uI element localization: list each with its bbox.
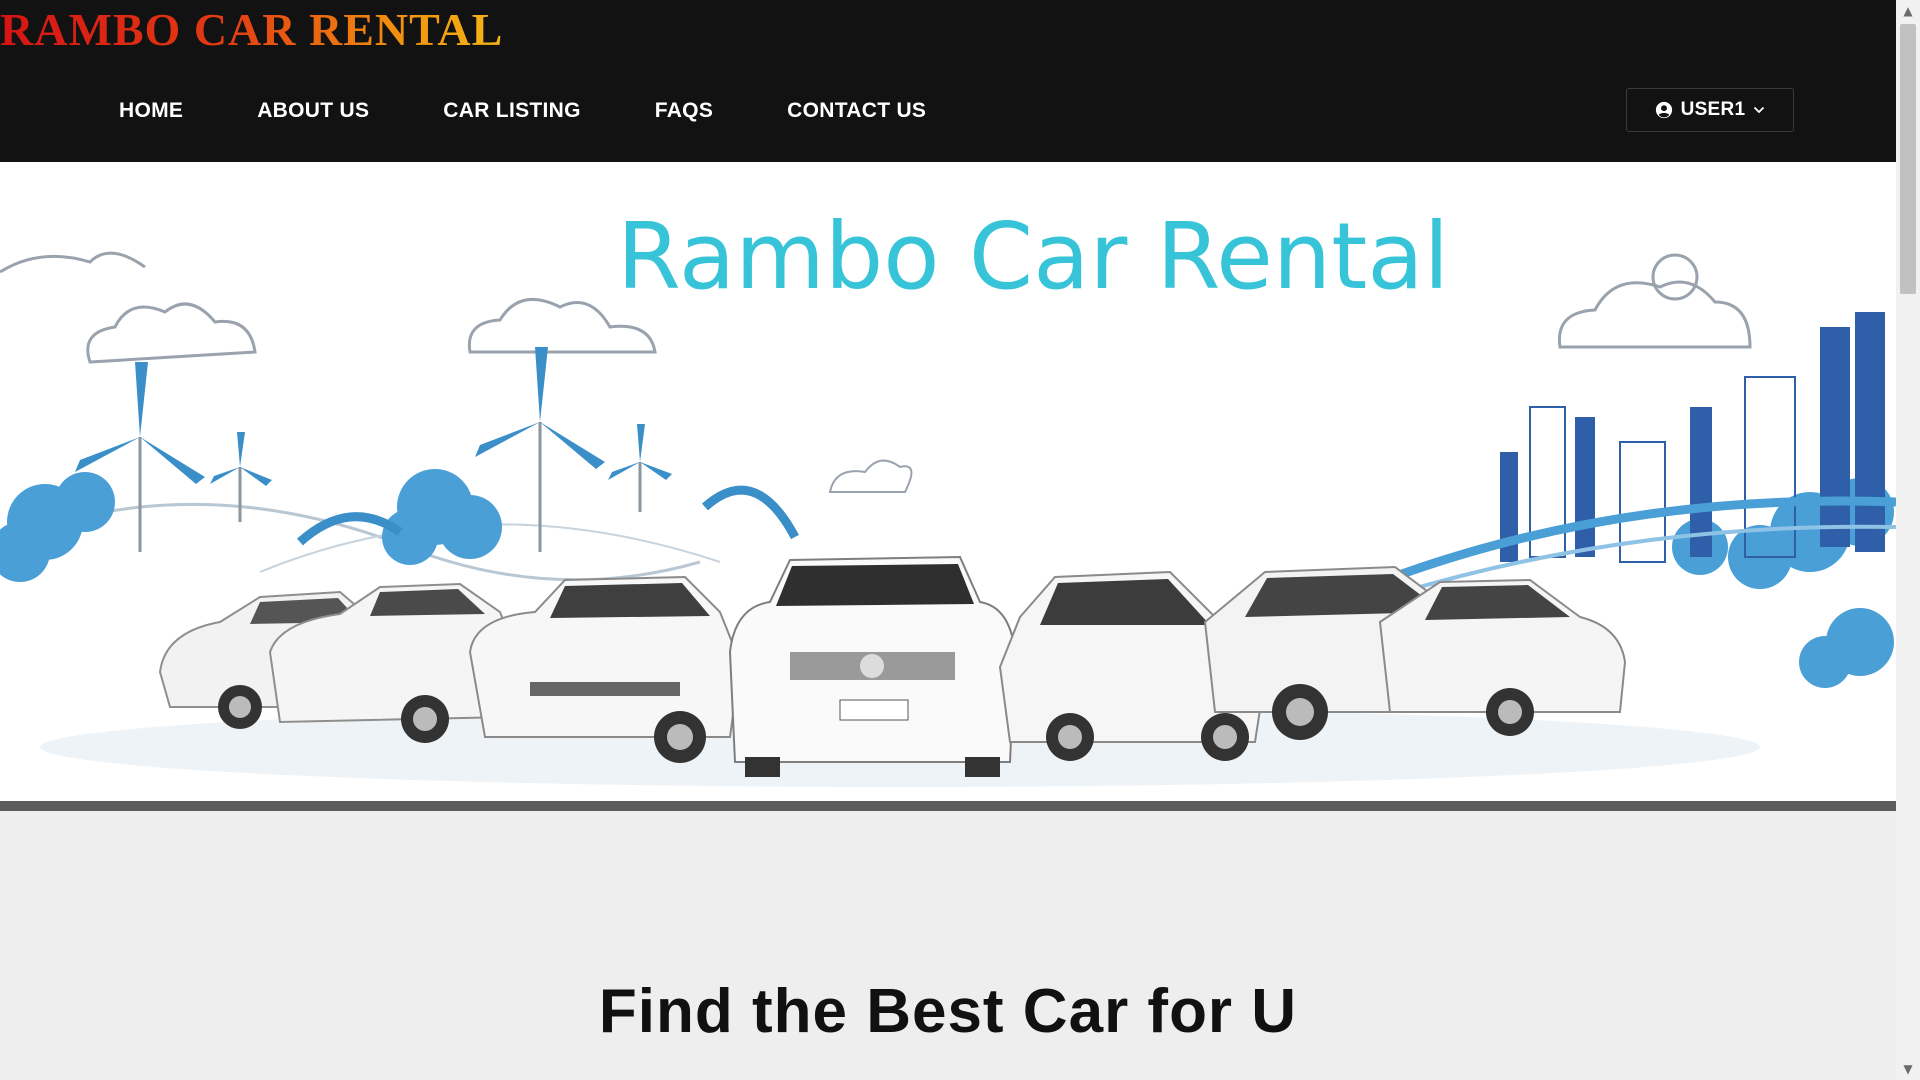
nav-car-listing[interactable]: CAR LISTING [443, 96, 580, 126]
scrollbar-thumb[interactable] [1900, 24, 1916, 294]
user-menu-button[interactable]: USER1 [1626, 88, 1794, 132]
hero-title: Rambo Car Rental [617, 203, 1450, 310]
brand-logo-text[interactable]: RAMBO CAR RENTAL [0, 4, 503, 56]
hero-divider [0, 801, 1896, 811]
user-circle-icon [1655, 101, 1672, 119]
scroll-up-arrow-icon[interactable]: ▲ [1896, 0, 1920, 22]
hero-banner: Rambo Car Rental [0, 162, 1896, 801]
chevron-down-icon [1754, 106, 1765, 114]
vertical-scrollbar[interactable]: ▲ ▼ [1896, 0, 1920, 1080]
site-header: RAMBO CAR RENTAL HOME ABOUT US CAR LISTI… [0, 0, 1896, 162]
nav-about-us[interactable]: ABOUT US [257, 96, 369, 126]
scroll-down-arrow-icon[interactable]: ▼ [1896, 1058, 1920, 1080]
nav-faqs[interactable]: FAQS [655, 96, 713, 126]
user-menu-label: USER1 [1680, 99, 1746, 120]
nav-contact-us[interactable]: CONTACT US [787, 96, 926, 126]
nav-home[interactable]: HOME [119, 96, 183, 126]
main-nav: HOME ABOUT US CAR LISTING FAQS CONTACT U… [119, 96, 926, 126]
section-heading: Find the Best Car for U [598, 977, 1298, 1046]
page: RAMBO CAR RENTAL HOME ABOUT US CAR LISTI… [0, 0, 1896, 1080]
